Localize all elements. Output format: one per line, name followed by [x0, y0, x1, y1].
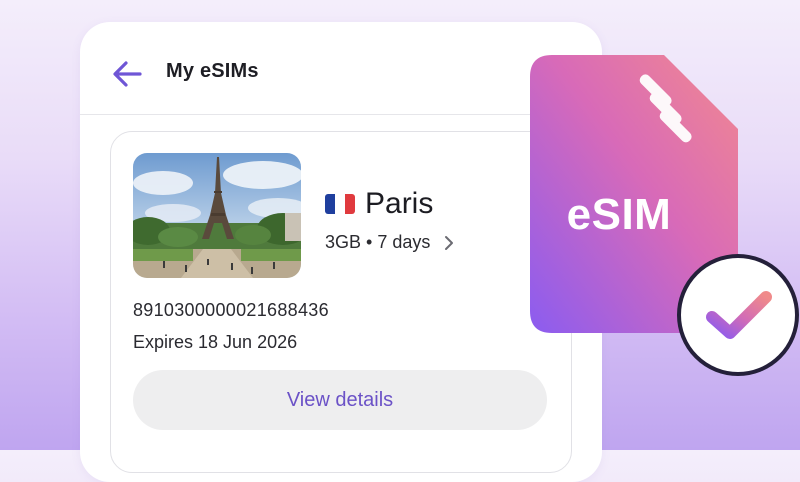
check-icon [677, 254, 799, 376]
esim-list-screen: My eSIMs Paris 3GB • 7 days 891030000002… [80, 22, 602, 482]
plan-summary: 3GB • 7 days [325, 232, 431, 252]
destination: Paris [325, 187, 433, 221]
page-title: My eSIMs [166, 60, 259, 82]
plan-summary-link[interactable]: 3GB • 7 days [325, 232, 454, 253]
app-header: My eSIMs [80, 22, 602, 115]
expiry-date: Expires 18 Jun 2026 [133, 332, 298, 352]
esim-label: eSIM [566, 190, 672, 239]
city-name: Paris [365, 187, 434, 220]
view-details-button[interactable]: View details [133, 370, 547, 430]
iccid-number: 8910300000021688436 [133, 300, 329, 320]
back-button[interactable] [112, 60, 142, 88]
esim-card[interactable]: Paris 3GB • 7 days 8910300000021688436 E… [110, 131, 572, 473]
france-flag-icon [325, 194, 355, 214]
chevron-right-icon [445, 235, 454, 250]
arrow-left-icon [113, 61, 142, 87]
destination-photo [133, 153, 301, 278]
